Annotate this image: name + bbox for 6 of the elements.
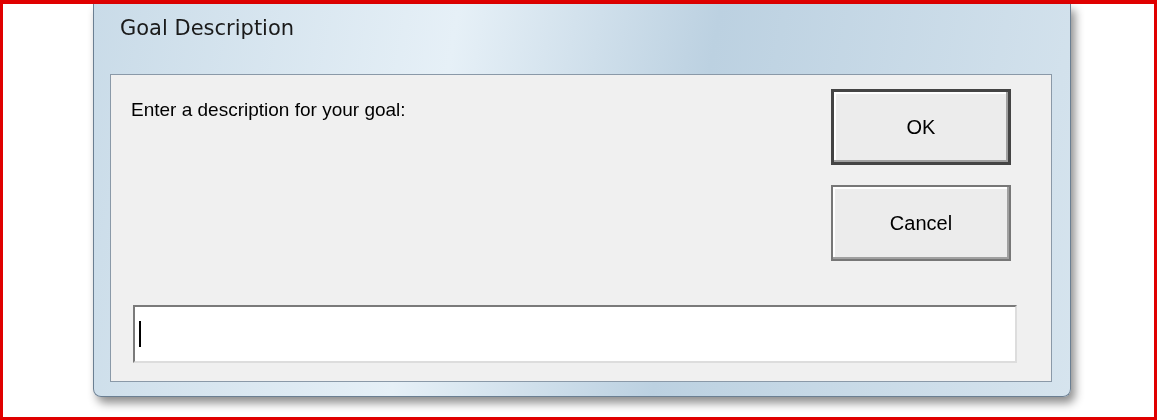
cancel-button[interactable]: Cancel [831, 185, 1011, 261]
prompt-label: Enter a description for your goal: [131, 98, 406, 122]
description-field[interactable] [133, 305, 1017, 363]
ok-button[interactable]: OK [831, 89, 1011, 165]
window-title: Goal Description [119, 15, 296, 42]
text-cursor [139, 321, 141, 347]
